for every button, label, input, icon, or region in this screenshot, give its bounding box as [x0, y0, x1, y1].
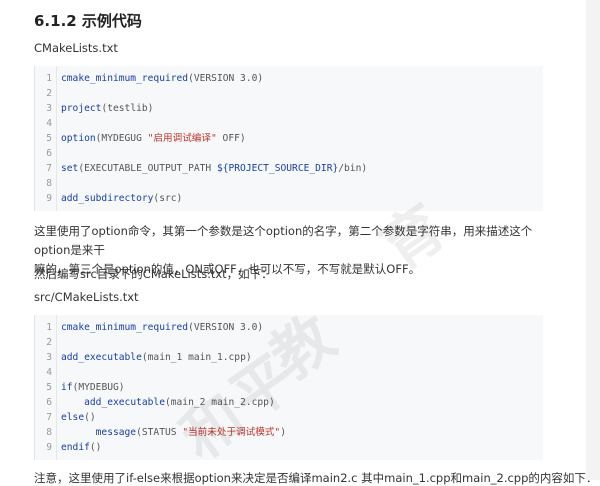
- code-token: cmake_minimum_required: [61, 73, 189, 84]
- line-number: 5: [46, 382, 52, 393]
- code-token: option: [61, 133, 96, 144]
- line-number: 6: [46, 148, 52, 159]
- code-token: (): [89, 442, 102, 453]
- code-block-root-cmakelists: 1 cmake_minimum_required(VERSION 3.0) 2 3 pr…: [34, 66, 543, 211]
- paragraph-line: 这里使用了option命令，其第一个参数是这个option的名字，第二个参数是字…: [34, 224, 533, 257]
- code-token: set: [61, 163, 79, 174]
- line-number: 3: [46, 103, 52, 114]
- src-intro-paragraph: 然后编写src目录下的CMakeLists.txt，如下：: [34, 267, 273, 281]
- line-number: 7: [46, 163, 52, 174]
- line-number: 6: [46, 397, 52, 408]
- code-token: message: [95, 427, 137, 438]
- code-token: OFF): [216, 133, 246, 144]
- if-else-note-paragraph: 注意，这里使用了if-else来根据option来决定是否编译main2.c 其…: [34, 471, 598, 485]
- scrollbar[interactable]: [586, 0, 600, 480]
- code-text: message(STATUS "当前未处于调试模式"): [61, 425, 286, 440]
- code-text: add_executable(main_2 main_2.cpp): [61, 395, 275, 410]
- code-token: endif: [61, 442, 90, 453]
- code-token: /bin): [338, 163, 368, 174]
- line-number: 9: [46, 442, 52, 453]
- line-number-gutter: [56, 315, 57, 460]
- code-text: if(MYDEBUG): [61, 380, 125, 395]
- line-number-gutter: [56, 66, 57, 211]
- line-number: 4: [46, 118, 52, 129]
- line-number: 8: [46, 427, 52, 438]
- code-token: (src): [153, 193, 183, 204]
- code-token: "当前未处于调试模式": [182, 427, 281, 438]
- code-token: add_executable: [84, 397, 165, 408]
- code-token: ${PROJECT_SOURCE_DIR}: [216, 163, 339, 174]
- code-token: if: [61, 382, 73, 393]
- code-token: (STATUS: [136, 427, 183, 438]
- code-token: (): [84, 412, 96, 423]
- code-token: "启用调试编译": [147, 133, 217, 144]
- code-token: (MYDEBUG): [72, 382, 125, 393]
- code-token: add_subdirectory: [61, 193, 154, 204]
- code-block-src-cmakelists: 1 cmake_minimum_required(VERSION 3.0) 2 3 ad…: [34, 315, 543, 460]
- line-number: 3: [46, 352, 52, 363]
- document-page: 6.1.2 示例代码 CMakeLists.txt 1 cmake_minimum…: [0, 0, 600, 485]
- line-number: 2: [46, 88, 52, 99]
- code-token: project: [61, 103, 102, 114]
- code-token: (EXECUTABLE_OUTPUT_PATH: [78, 163, 217, 174]
- code-text: endif(): [61, 440, 101, 455]
- section-title: 6.1.2 示例代码: [34, 12, 142, 30]
- code-token: (VERSION 3.0): [188, 322, 264, 333]
- code-text: project(testlib): [61, 101, 153, 116]
- line-number: 1: [46, 73, 52, 84]
- code-text: option(MYDEGUG "启用调试编译" OFF): [61, 131, 246, 146]
- code-text: add_executable(main_1 main_1.cpp): [61, 350, 252, 365]
- line-number: 4: [46, 367, 52, 378]
- code-token: (testlib): [101, 103, 154, 114]
- code-text: add_subdirectory(src): [61, 191, 182, 206]
- line-number: 7: [46, 412, 52, 423]
- code-text: cmake_minimum_required(VERSION 3.0): [61, 320, 263, 335]
- code-token: (VERSION 3.0): [188, 73, 264, 84]
- file-label-src-cmakelists: src/CMakeLists.txt: [34, 290, 139, 304]
- code-token: cmake_minimum_required: [61, 322, 189, 333]
- code-token: add_executable: [61, 352, 142, 363]
- file-label-root-cmakelists: CMakeLists.txt: [34, 41, 118, 55]
- code-token: ): [280, 427, 286, 438]
- code-text: else(): [61, 410, 96, 425]
- line-number: 2: [46, 337, 52, 348]
- code-token: (main_1 main_1.cpp): [141, 352, 252, 363]
- line-number: 9: [46, 193, 52, 204]
- line-number: 8: [46, 178, 52, 189]
- code-token: else: [61, 412, 85, 423]
- code-token: (MYDEGUG: [95, 133, 148, 144]
- code-text: set(EXECUTABLE_OUTPUT_PATH ${PROJECT_SOU…: [61, 161, 367, 176]
- code-text: cmake_minimum_required(VERSION 3.0): [61, 71, 263, 86]
- code-token: (main_2 main_2.cpp): [164, 397, 275, 408]
- line-number: 1: [46, 322, 52, 333]
- line-number: 5: [46, 133, 52, 144]
